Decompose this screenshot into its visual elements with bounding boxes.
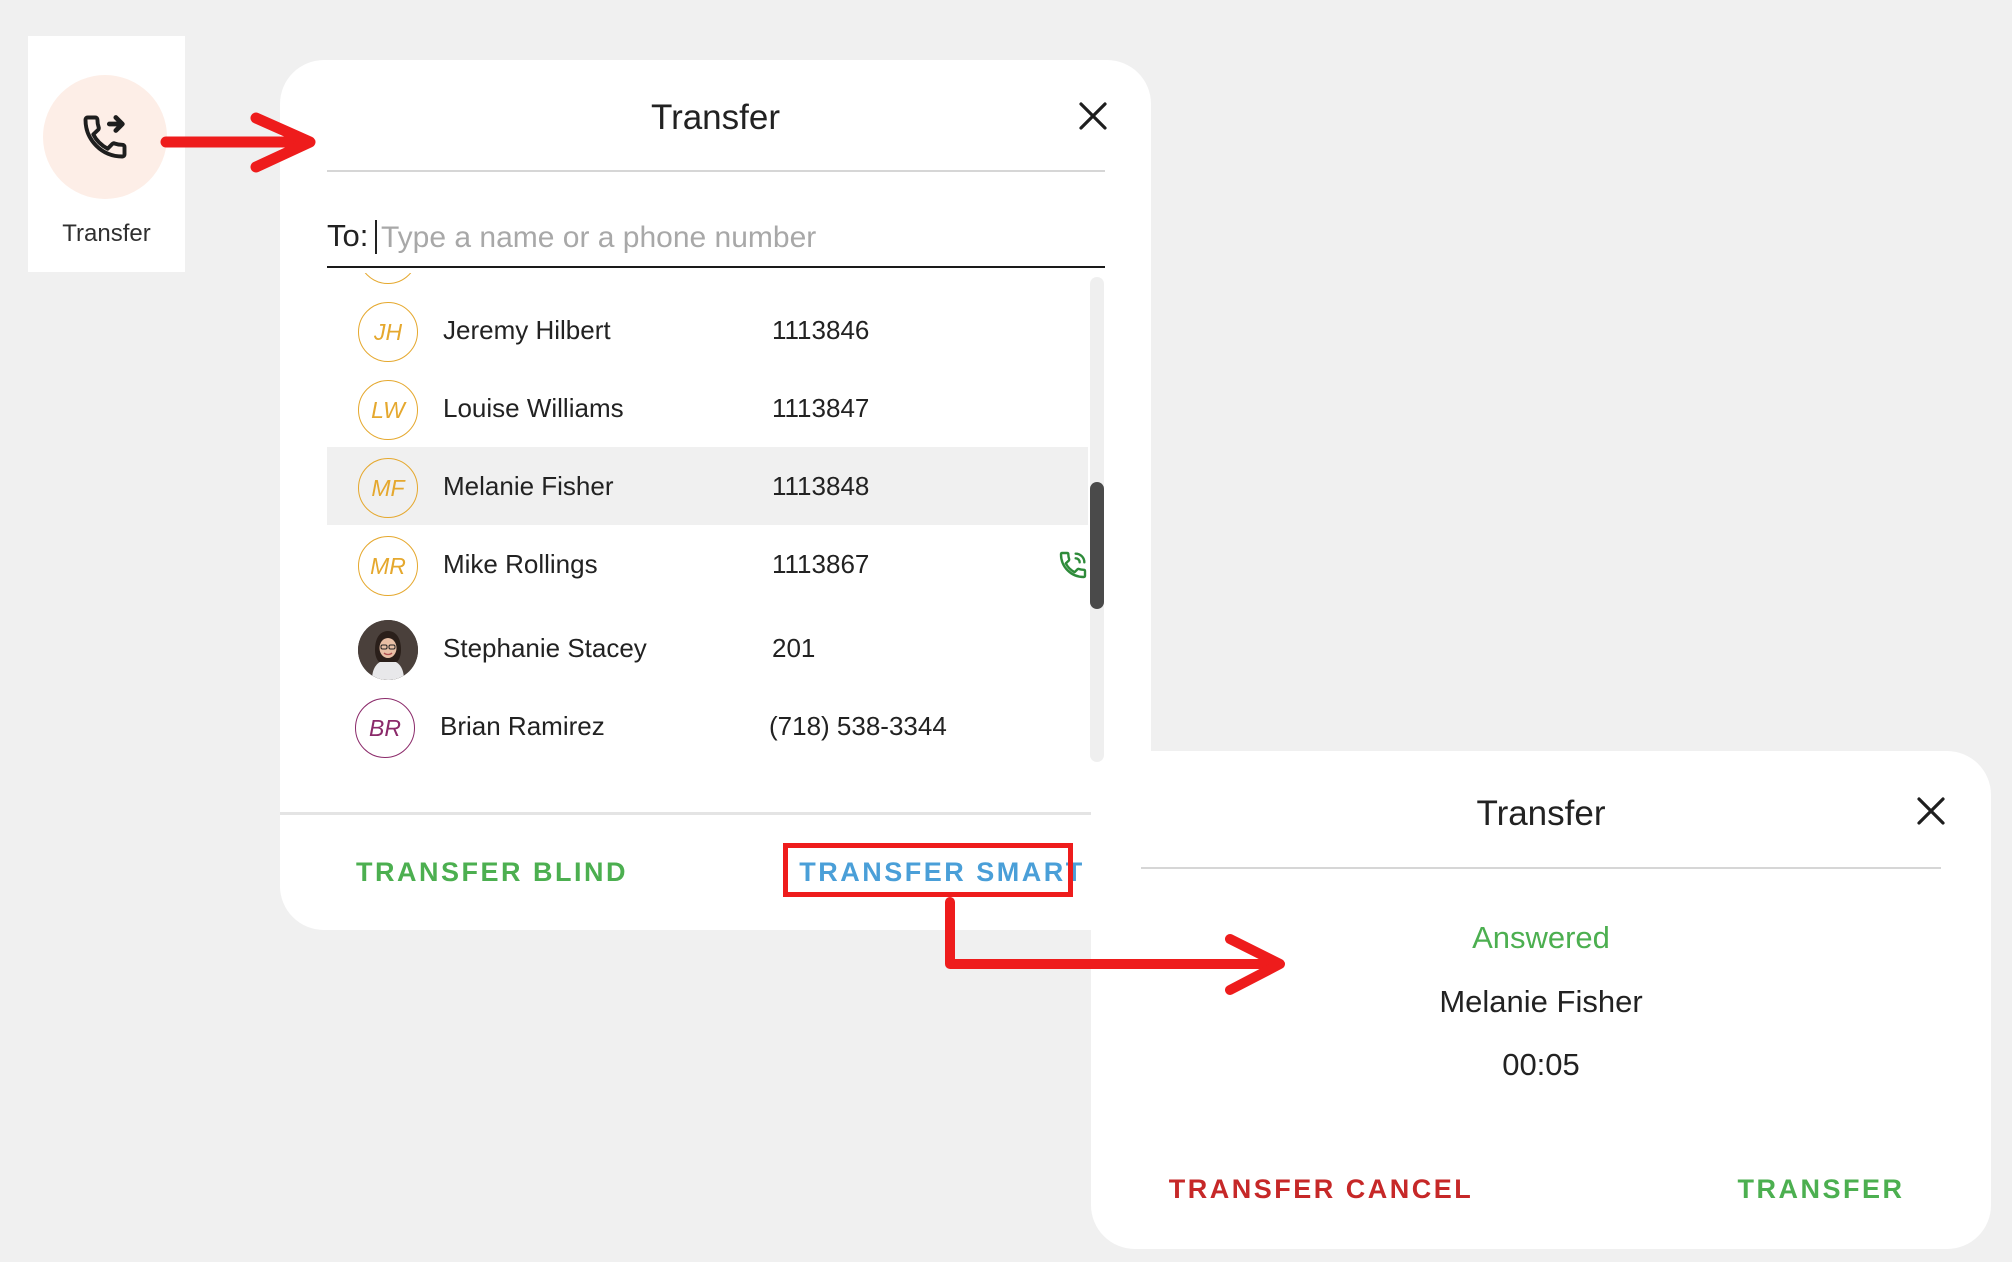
transfer-cancel-button[interactable]: TRANSFER CANCEL <box>1161 1174 1481 1205</box>
text-cursor <box>375 220 377 254</box>
contact-name: Jeremy Hilbert <box>443 315 611 345</box>
transfer-blind-button[interactable]: TRANSFER BLIND <box>342 857 642 888</box>
contact-row[interactable]: LW Louise Williams 1113847 <box>327 369 1088 447</box>
contact-row[interactable]: Stephanie Stacey 201 <box>327 609 1088 687</box>
contact-name: Louise Williams <box>443 393 624 423</box>
title-divider <box>1141 867 1941 869</box>
close-icon <box>1079 102 1107 130</box>
contact-row[interactable]: JH Jeremy Hilbert 1113846 <box>327 291 1088 369</box>
transfer-launcher-label: Transfer <box>62 220 151 247</box>
contact-number: 1113867 <box>772 549 870 579</box>
transfer-launcher-button[interactable] <box>43 75 167 199</box>
close-button[interactable] <box>1071 94 1115 138</box>
avatar: JH <box>358 302 418 362</box>
contact-row[interactable]: MR Mike Rollings 1113867 <box>327 525 1088 603</box>
call-status: Answered <box>1472 920 1610 955</box>
avatar: BR <box>355 698 415 758</box>
contact-number: 1113847 <box>772 393 870 423</box>
close-icon <box>1917 797 1945 825</box>
transfer-dialog: Transfer To: JH Jeremy Hilbert 1113846 L… <box>280 60 1151 930</box>
phone-forward-icon <box>83 115 127 159</box>
avatar-photo <box>358 620 418 680</box>
footer-divider <box>280 812 1151 815</box>
search-input[interactable] <box>379 212 1083 264</box>
recipient-field: To: <box>327 212 1105 268</box>
contact-name: Mike Rollings <box>443 549 598 579</box>
person-photo-icon <box>358 620 418 680</box>
callee-name: Melanie Fisher <box>1439 984 1643 1019</box>
contact-name: Melanie Fisher <box>443 471 614 501</box>
scrollbar-thumb[interactable] <box>1090 482 1104 609</box>
transfer-launcher[interactable]: Transfer <box>28 36 185 272</box>
dialog-title: Transfer <box>1476 794 1606 833</box>
highlight-box <box>783 843 1073 897</box>
close-button[interactable] <box>1909 789 1953 833</box>
phone-in-call-icon[interactable] <box>1057 549 1089 581</box>
contact-number: 1113846 <box>772 315 870 345</box>
list-item[interactable] <box>327 273 1088 291</box>
contact-number: 201 <box>772 633 816 663</box>
dialog-title: Transfer <box>650 98 780 137</box>
contact-row-selected[interactable]: MF Melanie Fisher 1113848 <box>327 447 1088 525</box>
avatar <box>358 273 418 284</box>
contact-number: 1113848 <box>772 471 870 501</box>
contact-number: (718) 538-3344 <box>769 711 947 741</box>
call-timer: 00:05 <box>1502 1047 1580 1082</box>
contact-name: Brian Ramirez <box>440 711 605 741</box>
contact-list[interactable]: JH Jeremy Hilbert 1113846 LW Louise Will… <box>327 273 1105 825</box>
avatar: LW <box>358 380 418 440</box>
transfer-status-dialog: Transfer Answered Melanie Fisher 00:05 T… <box>1091 751 1991 1249</box>
contact-name: Stephanie Stacey <box>443 633 647 663</box>
title-divider <box>327 170 1105 172</box>
transfer-button[interactable]: TRANSFER <box>1711 1174 1931 1205</box>
to-label: To: <box>327 218 369 253</box>
contact-row[interactable]: BR Brian Ramirez (718) 538-3344 <box>327 687 1088 765</box>
avatar: MF <box>358 458 418 518</box>
avatar: MR <box>358 536 418 596</box>
